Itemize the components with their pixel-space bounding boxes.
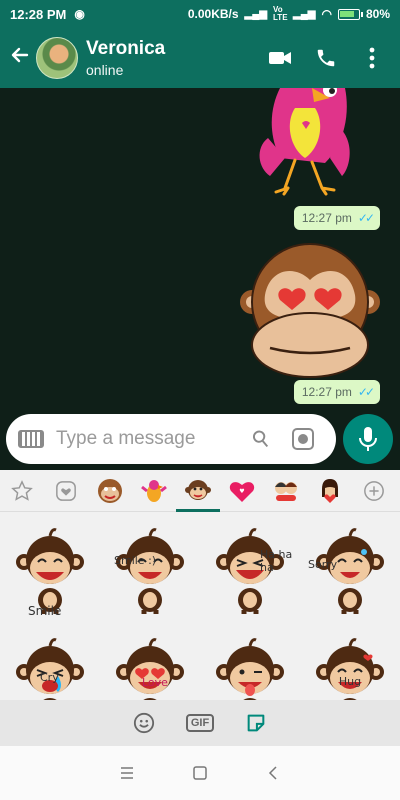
message-time-2: 12:27 pm <box>301 385 352 399</box>
sticker-monkey-smile-2[interactable]: Smile :) <box>100 516 200 626</box>
sticker-tab[interactable] <box>243 710 269 736</box>
sticker-caption: Love <box>142 676 168 689</box>
sticker-caption: Smile :) <box>114 554 157 567</box>
sticker-pack-girl[interactable] <box>308 470 352 512</box>
sticker-icon <box>247 714 265 732</box>
message-time-bubble: 12:27 pm ✓✓ <box>293 206 380 230</box>
system-nav-bar <box>0 746 400 800</box>
svg-text:♥: ♥ <box>239 488 244 495</box>
input-type-bar: GIF <box>0 700 400 746</box>
notification-icon: ◉ <box>74 7 85 21</box>
network-label: Vo LTE <box>273 5 288 22</box>
message-time-bubble-2: 12:27 pm ✓✓ <box>293 380 380 404</box>
status-bar: 12:28 PM ◉ 0.00KB/s ▂▄▆ Vo LTE ▂▄▆ ◠ 80% <box>0 0 400 28</box>
sticker-tray: ♥ Smile Smile :) Ha ha ha Sorry Cry Love Hug <box>0 470 400 724</box>
sticker-monkey-haha[interactable]: Ha ha ha <box>200 516 300 626</box>
back-icon[interactable] <box>263 763 283 783</box>
keyboard-icon[interactable] <box>18 430 44 448</box>
sticker-pack-monkey-2[interactable] <box>176 470 220 512</box>
mic-icon <box>359 427 377 451</box>
sticker-monkey-sorry[interactable]: Sorry <box>300 516 400 626</box>
status-time: 12:28 PM <box>10 6 67 22</box>
chat-area: 12:27 pm ✓✓ 12:27 pm ✓✓ <box>0 88 400 470</box>
sticker-pack-bird[interactable] <box>132 470 176 512</box>
sticker-monkey-heart-eyes[interactable] <box>240 240 380 380</box>
heart-icon <box>56 480 76 501</box>
gif-tab[interactable]: GIF <box>185 710 215 736</box>
battery-icon <box>337 8 363 20</box>
battery-percent: 80% <box>365 7 390 21</box>
attach-icon[interactable]: ⚲ <box>243 421 280 458</box>
favorite-stickers-tab[interactable] <box>44 470 88 512</box>
sticker-monkey-smile[interactable]: Smile <box>0 516 100 626</box>
sticker-pink-bird[interactable] <box>250 88 360 196</box>
sticker-caption: Hug <box>338 674 362 688</box>
video-call-icon[interactable] <box>268 46 292 70</box>
signal-icon: ▂▄▆ <box>244 8 268 20</box>
gif-icon: GIF <box>185 714 215 732</box>
more-options-icon[interactable] <box>360 46 384 70</box>
message-input[interactable] <box>56 428 236 450</box>
star-icon <box>11 479 33 501</box>
sticker-caption: Sorry <box>308 558 338 571</box>
emoji-tab[interactable] <box>131 710 157 736</box>
mic-button[interactable] <box>343 414 393 464</box>
add-sticker-pack-tab[interactable] <box>352 470 396 512</box>
read-receipt-icon-2: ✓✓ <box>357 385 375 399</box>
read-receipt-icon: ✓✓ <box>357 211 375 225</box>
home-icon[interactable] <box>190 763 210 783</box>
monkey-sorry-image <box>316 528 384 614</box>
avatar[interactable] <box>36 37 78 79</box>
sticker-pack-love[interactable]: ♥ <box>220 470 264 512</box>
signal-icon-2: ▂▄▆ <box>293 8 316 20</box>
sticker-pack-couple[interactable] <box>264 470 308 512</box>
camera-icon[interactable] <box>292 428 314 450</box>
monkey-smile-2-image <box>116 528 184 614</box>
message-time: 12:27 pm <box>301 211 352 225</box>
net-speed: 0.00KB/s <box>187 7 239 21</box>
sticker-pack-monkey-1[interactable] <box>88 470 132 512</box>
menu-icon[interactable] <box>117 763 137 783</box>
wifi-icon: ◠ <box>321 7 332 21</box>
recent-stickers-tab[interactable] <box>0 470 44 512</box>
chat-header: Veronica online <box>0 28 400 88</box>
sticker-pack-tabs: ♥ <box>0 470 400 512</box>
back-arrow-icon[interactable] <box>6 45 34 71</box>
sticker-caption: Cry <box>40 671 59 684</box>
sticker-caption: Smile <box>28 604 62 618</box>
monkey-smile-image <box>16 528 84 614</box>
voice-call-icon[interactable] <box>314 46 338 70</box>
contact-info[interactable]: Veronica online <box>86 38 165 78</box>
add-icon <box>364 480 384 501</box>
contact-status: online <box>86 62 124 78</box>
contact-name: Veronica <box>86 38 166 59</box>
message-composer: ⚲ <box>6 414 336 464</box>
emoji-icon <box>133 712 155 734</box>
sticker-caption: Ha ha ha <box>260 548 293 574</box>
